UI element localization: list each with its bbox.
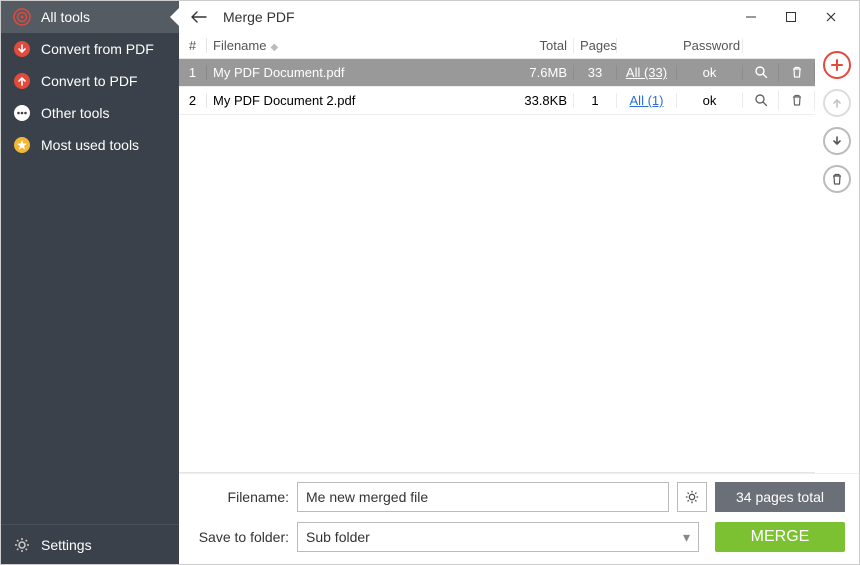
page-title: Merge PDF [223, 9, 295, 25]
table-header: # Filename◆ Total Pages Password [179, 33, 815, 59]
row-pages: 1 [573, 93, 617, 108]
merge-button[interactable]: MERGE [715, 522, 845, 552]
filename-input[interactable] [297, 482, 669, 512]
filename-label: Filename: [193, 489, 289, 505]
row-size: 7.6MB [503, 65, 573, 80]
col-pages[interactable]: Pages [573, 38, 617, 53]
row-pages: 33 [573, 65, 617, 80]
row-pages-link[interactable]: All (33) [617, 65, 677, 80]
footer: Filename: 34 pages total Save to folder:… [179, 473, 859, 564]
settings-label: Settings [41, 537, 92, 553]
close-button[interactable] [811, 3, 851, 31]
sidebar-label: All tools [41, 9, 90, 25]
row-filename: My PDF Document 2.pdf [207, 93, 503, 108]
sidebar-item-other-tools[interactable]: Other tools [1, 97, 179, 129]
savefolder-label: Save to folder: [193, 529, 289, 545]
row-pages-link[interactable]: All (1) [617, 93, 677, 108]
row-num: 1 [179, 65, 207, 80]
add-file-button[interactable] [823, 51, 851, 79]
delete-all-button[interactable] [823, 165, 851, 193]
move-up-button[interactable] [823, 89, 851, 117]
sidebar-settings[interactable]: Settings [1, 524, 179, 564]
maximize-button[interactable] [771, 3, 811, 31]
delete-row-button[interactable] [788, 91, 806, 109]
row-filename: My PDF Document.pdf [207, 65, 503, 80]
table-row[interactable]: 2My PDF Document 2.pdf33.8KB1All (1)ok [179, 87, 815, 115]
sidebar-label: Most used tools [41, 137, 139, 153]
table-body: 1My PDF Document.pdf7.6MB33All (33)ok2My… [179, 59, 815, 473]
minimize-button[interactable] [731, 3, 771, 31]
dots-icon [13, 104, 31, 122]
sort-icon: ◆ [270, 42, 278, 53]
sidebar-item-convert-from-pdf[interactable]: Convert from PDF [1, 33, 179, 65]
preview-button[interactable] [752, 91, 770, 109]
move-down-button[interactable] [823, 127, 851, 155]
filename-settings-button[interactable] [677, 482, 707, 512]
star-icon [13, 136, 31, 154]
sidebar-label: Convert from PDF [41, 41, 154, 57]
row-size: 33.8KB [503, 93, 573, 108]
total-pages-badge: 34 pages total [715, 482, 845, 512]
row-password: ok [677, 93, 743, 108]
sidebar-item-all-tools[interactable]: All tools [1, 1, 179, 33]
back-button[interactable] [187, 5, 211, 29]
col-num[interactable]: # [179, 38, 207, 53]
col-total[interactable]: Total [503, 38, 573, 53]
delete-row-button[interactable] [788, 63, 806, 81]
chevron-down-icon: ▾ [683, 529, 690, 546]
col-password[interactable]: Password [677, 38, 743, 53]
arrow-down-icon [13, 40, 31, 58]
titlebar: Merge PDF [179, 1, 859, 33]
sidebar-label: Convert to PDF [41, 73, 137, 89]
col-filename[interactable]: Filename◆ [207, 38, 503, 53]
preview-button[interactable] [752, 63, 770, 81]
sidebar-label: Other tools [41, 105, 109, 121]
action-rail [815, 33, 859, 473]
target-icon [13, 8, 31, 26]
row-num: 2 [179, 93, 207, 108]
sidebar-item-convert-to-pdf[interactable]: Convert to PDF [1, 65, 179, 97]
table-row[interactable]: 1My PDF Document.pdf7.6MB33All (33)ok [179, 59, 815, 87]
gear-icon [13, 536, 31, 554]
savefolder-select[interactable]: Sub folder ▾ [297, 522, 699, 552]
sidebar-item-most-used[interactable]: Most used tools [1, 129, 179, 161]
arrow-up-icon [13, 72, 31, 90]
sidebar: All tools Convert from PDF Convert to PD… [1, 1, 179, 564]
row-password: ok [677, 65, 743, 80]
